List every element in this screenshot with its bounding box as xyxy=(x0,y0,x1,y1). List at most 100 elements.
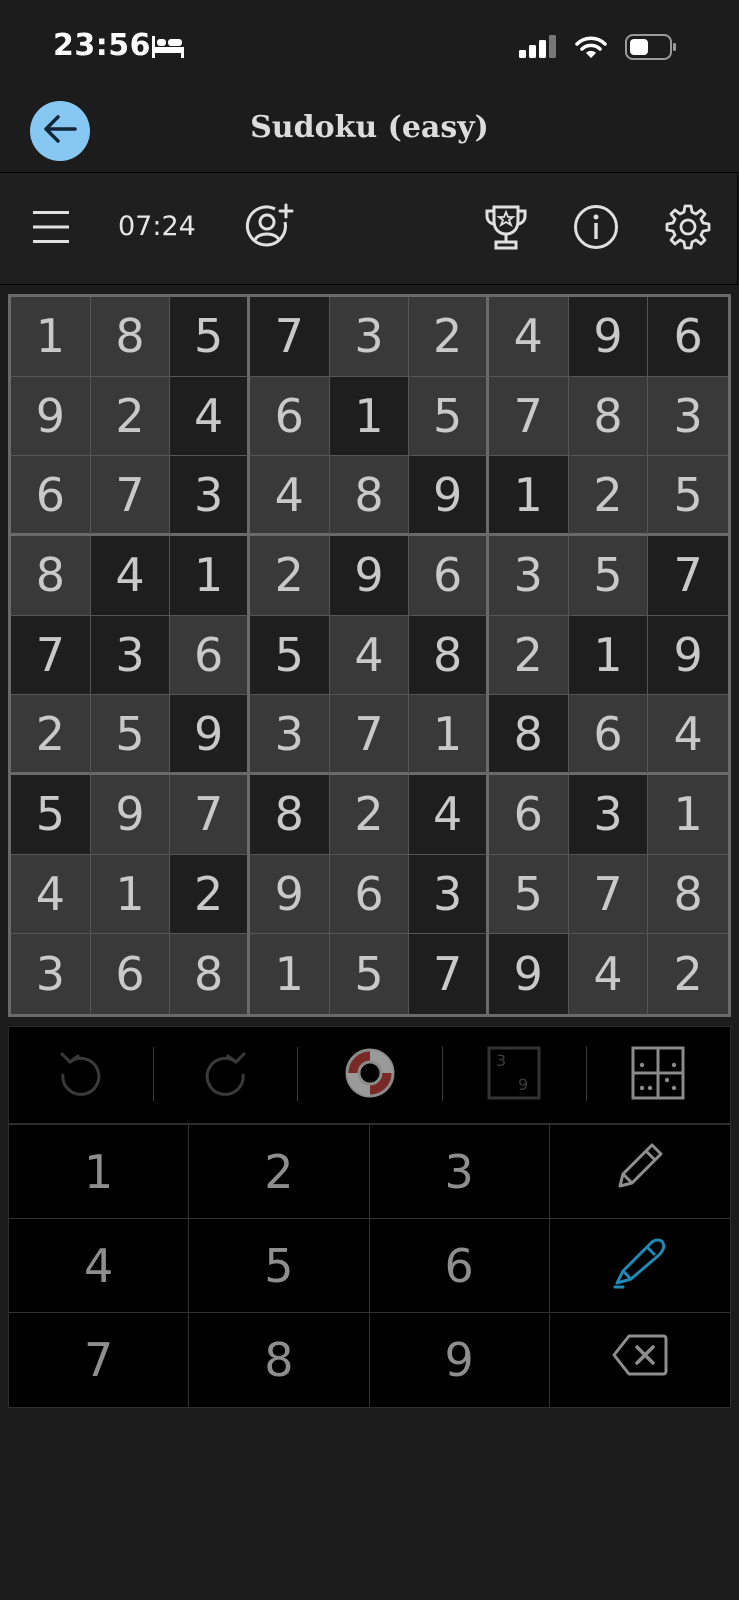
hint-button[interactable] xyxy=(297,1027,441,1123)
sudoku-cell[interactable]: 7 xyxy=(90,456,171,536)
sudoku-cell[interactable]: 1 xyxy=(11,297,91,377)
sudoku-cell[interactable]: 9 xyxy=(409,456,489,536)
sudoku-cell[interactable]: 4 xyxy=(488,297,569,377)
key-8[interactable]: 8 xyxy=(189,1313,370,1407)
sudoku-cell[interactable]: 3 xyxy=(90,615,171,696)
sudoku-cell[interactable]: 2 xyxy=(249,535,330,616)
sudoku-cell[interactable]: 3 xyxy=(648,376,728,457)
key-5[interactable]: 5 xyxy=(189,1219,370,1313)
sudoku-cell[interactable]: 3 xyxy=(488,535,569,616)
undo-button[interactable] xyxy=(9,1027,153,1123)
sudoku-cell[interactable]: 6 xyxy=(409,535,489,616)
sudoku-cell[interactable]: 4 xyxy=(249,456,330,536)
sudoku-cell[interactable]: 6 xyxy=(249,376,330,457)
sudoku-cell[interactable]: 8 xyxy=(329,456,410,536)
sudoku-cell[interactable]: 3 xyxy=(11,934,91,1014)
sudoku-cell[interactable]: 8 xyxy=(11,535,91,616)
candidates-toggle-button[interactable]: 3 9 xyxy=(441,1027,586,1123)
key-6[interactable]: 6 xyxy=(369,1219,550,1313)
menu-button[interactable] xyxy=(24,173,78,284)
redo-button[interactable] xyxy=(153,1027,297,1123)
sudoku-cell[interactable]: 7 xyxy=(249,297,330,377)
sudoku-cell[interactable]: 2 xyxy=(648,934,728,1014)
leaderboard-button[interactable] xyxy=(476,173,536,284)
key-7[interactable]: 7 xyxy=(9,1313,190,1407)
sudoku-cell[interactable]: 7 xyxy=(568,854,649,935)
sudoku-cell[interactable]: 1 xyxy=(249,934,330,1014)
sudoku-cell[interactable]: 2 xyxy=(170,854,250,935)
sudoku-cell[interactable]: 6 xyxy=(90,934,171,1014)
sudoku-cell[interactable]: 8 xyxy=(90,297,171,377)
sudoku-cell[interactable]: 8 xyxy=(488,695,569,775)
pen-mode-button[interactable] xyxy=(549,1219,730,1313)
sudoku-cell[interactable]: 9 xyxy=(170,695,250,775)
key-3[interactable]: 3 xyxy=(369,1125,550,1219)
sudoku-cell[interactable]: 8 xyxy=(249,774,330,855)
key-4[interactable]: 4 xyxy=(9,1219,190,1313)
sudoku-cell[interactable]: 1 xyxy=(488,456,569,536)
sudoku-cell[interactable]: 7 xyxy=(11,615,91,696)
sudoku-cell[interactable]: 9 xyxy=(648,615,728,696)
sudoku-cell[interactable]: 7 xyxy=(329,695,410,775)
sudoku-cell[interactable]: 2 xyxy=(409,297,489,377)
sudoku-cell[interactable]: 4 xyxy=(568,934,649,1014)
pencil-mode-button[interactable] xyxy=(549,1125,730,1219)
sudoku-cell[interactable]: 6 xyxy=(170,615,250,696)
sudoku-cell[interactable]: 9 xyxy=(11,376,91,457)
invite-friend-button[interactable] xyxy=(240,173,300,284)
sudoku-cell[interactable]: 5 xyxy=(488,854,569,935)
sudoku-cell[interactable]: 3 xyxy=(249,695,330,775)
sudoku-cell[interactable]: 9 xyxy=(329,535,410,616)
sudoku-cell[interactable]: 3 xyxy=(329,297,410,377)
sudoku-cell[interactable]: 8 xyxy=(568,376,649,457)
info-button[interactable] xyxy=(566,173,626,284)
sudoku-cell[interactable]: 4 xyxy=(170,376,250,457)
settings-button[interactable] xyxy=(658,173,718,284)
sudoku-cell[interactable]: 9 xyxy=(249,854,330,935)
sudoku-cell[interactable]: 7 xyxy=(488,376,569,457)
sudoku-cell[interactable]: 9 xyxy=(90,774,171,855)
sudoku-cell[interactable]: 2 xyxy=(568,456,649,536)
sudoku-cell[interactable]: 4 xyxy=(409,774,489,855)
sudoku-cell[interactable]: 1 xyxy=(568,615,649,696)
sudoku-cell[interactable]: 5 xyxy=(568,535,649,616)
sudoku-cell[interactable]: 2 xyxy=(11,695,91,775)
sudoku-cell[interactable]: 1 xyxy=(409,695,489,775)
sudoku-cell[interactable]: 6 xyxy=(329,854,410,935)
sudoku-cell[interactable]: 5 xyxy=(329,934,410,1014)
sudoku-cell[interactable]: 6 xyxy=(11,456,91,536)
sudoku-cell[interactable]: 7 xyxy=(409,934,489,1014)
sudoku-cell[interactable]: 4 xyxy=(648,695,728,775)
sudoku-cell[interactable]: 1 xyxy=(329,376,410,457)
sudoku-cell[interactable]: 3 xyxy=(170,456,250,536)
sudoku-cell[interactable]: 5 xyxy=(170,297,250,377)
sudoku-cell[interactable]: 8 xyxy=(170,934,250,1014)
sudoku-cell[interactable]: 2 xyxy=(329,774,410,855)
key-2[interactable]: 2 xyxy=(189,1125,370,1219)
grid-view-button[interactable] xyxy=(585,1027,730,1123)
sudoku-cell[interactable]: 8 xyxy=(409,615,489,696)
sudoku-cell[interactable]: 9 xyxy=(488,934,569,1014)
sudoku-cell[interactable]: 1 xyxy=(170,535,250,616)
sudoku-cell[interactable]: 1 xyxy=(90,854,171,935)
sudoku-cell[interactable]: 2 xyxy=(90,376,171,457)
sudoku-cell[interactable]: 5 xyxy=(648,456,728,536)
sudoku-cell[interactable]: 3 xyxy=(568,774,649,855)
sudoku-cell[interactable]: 5 xyxy=(409,376,489,457)
sudoku-cell[interactable]: 9 xyxy=(568,297,649,377)
sudoku-cell[interactable]: 1 xyxy=(648,774,728,855)
sudoku-cell[interactable]: 6 xyxy=(488,774,569,855)
sudoku-cell[interactable]: 5 xyxy=(11,774,91,855)
sudoku-cell[interactable]: 4 xyxy=(329,615,410,696)
sudoku-cell[interactable]: 4 xyxy=(11,854,91,935)
key-9[interactable]: 9 xyxy=(369,1313,550,1407)
key-1[interactable]: 1 xyxy=(9,1125,190,1219)
sudoku-cell[interactable]: 7 xyxy=(170,774,250,855)
sudoku-cell[interactable]: 3 xyxy=(409,854,489,935)
sudoku-cell[interactable]: 4 xyxy=(90,535,171,616)
sudoku-cell[interactable]: 6 xyxy=(568,695,649,775)
sudoku-cell[interactable]: 7 xyxy=(648,535,728,616)
sudoku-cell[interactable]: 5 xyxy=(90,695,171,775)
sudoku-cell[interactable]: 5 xyxy=(249,615,330,696)
delete-button[interactable] xyxy=(549,1313,730,1407)
